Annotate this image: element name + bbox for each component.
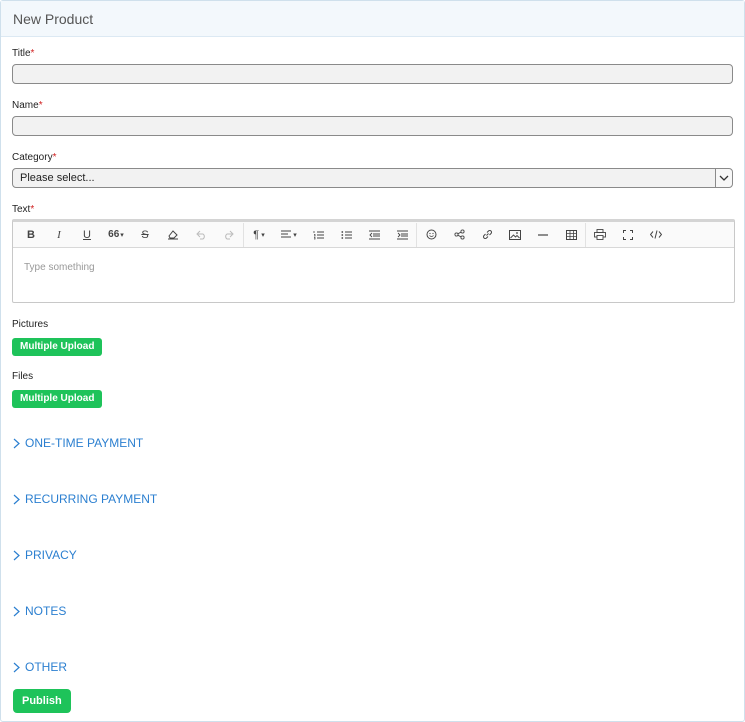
name-label: Name* [12,100,43,111]
section-label: PRIVACY [25,548,77,562]
section-other[interactable]: OTHER [13,659,67,675]
publish-button[interactable]: Publish [13,689,71,713]
section-one-time-payment[interactable]: ONE-TIME PAYMENT [13,435,143,451]
ordered-list-icon[interactable] [304,223,332,247]
section-notes[interactable]: NOTES [13,603,66,619]
undo-icon[interactable] [187,223,215,247]
chevron-right-icon [13,606,20,616]
section-privacy[interactable]: PRIVACY [13,547,77,563]
align-icon[interactable]: ▾ [274,223,304,247]
new-product-panel: New Product Title* Name* Category* Pleas… [0,0,745,722]
pictures-label: Pictures [12,319,49,330]
editor-toolbar: B I U 66 ▾ S ¶ ▾ ▾ [13,222,734,248]
title-input[interactable] [12,64,733,84]
title-label: Title* [12,48,35,59]
eraser-icon[interactable] [159,223,187,247]
bold-icon[interactable]: B [17,223,45,247]
section-label: RECURRING PAYMENT [25,492,158,506]
code-icon[interactable] [642,223,670,247]
editor-content-area[interactable]: Type something [13,248,734,302]
text-label: Text* [12,204,35,215]
strikethrough-icon[interactable]: S [131,223,159,247]
name-input[interactable] [12,116,733,136]
section-label: OTHER [25,660,67,674]
chevron-down-icon[interactable] [715,169,732,187]
files-label: Files [12,371,34,382]
section-label: NOTES [25,604,67,618]
title-field-group: Title* [12,48,733,84]
category-field-group: Category* Please select... [12,152,733,188]
italic-icon[interactable]: I [45,223,73,247]
paragraph-icon[interactable]: ¶ ▾ [244,223,274,247]
files-upload-button[interactable]: Multiple Upload [12,390,103,408]
quote-icon[interactable]: 66 ▾ [101,223,131,247]
editor-placeholder: Type something [24,262,95,273]
fullscreen-icon[interactable] [614,223,642,247]
unordered-list-icon[interactable] [332,223,360,247]
horizontal-rule-icon[interactable] [529,223,557,247]
category-select[interactable]: Please select... [12,168,733,188]
share-icon[interactable] [445,223,473,247]
category-selected-value: Please select... [20,172,95,184]
table-icon[interactable] [557,223,585,247]
redo-icon[interactable] [215,223,243,247]
panel-header: New Product [1,1,744,37]
link-icon[interactable] [473,223,501,247]
emoji-icon[interactable] [417,223,445,247]
chevron-right-icon [13,438,20,448]
rich-text-editor: B I U 66 ▾ S ¶ ▾ ▾ Type something [12,219,735,303]
pictures-upload-button[interactable]: Multiple Upload [12,338,103,356]
chevron-right-icon [13,662,20,672]
chevron-right-icon [13,550,20,560]
image-icon[interactable] [501,223,529,247]
text-field-group: Text* B I U 66 ▾ S ¶ ▾ ▾ Type something [12,204,735,303]
chevron-right-icon [13,494,20,504]
underline-icon[interactable]: U [73,223,101,247]
name-field-group: Name* [12,100,733,136]
section-recurring-payment[interactable]: RECURRING PAYMENT [13,491,157,507]
section-label: ONE-TIME PAYMENT [25,436,144,450]
page-title: New Product [13,10,94,27]
files-group: Files Multiple Upload [12,371,103,408]
outdent-icon[interactable] [360,223,388,247]
pictures-group: Pictures Multiple Upload [12,319,103,356]
print-icon[interactable] [586,223,614,247]
category-label: Category* [12,152,57,163]
indent-icon[interactable] [388,223,416,247]
